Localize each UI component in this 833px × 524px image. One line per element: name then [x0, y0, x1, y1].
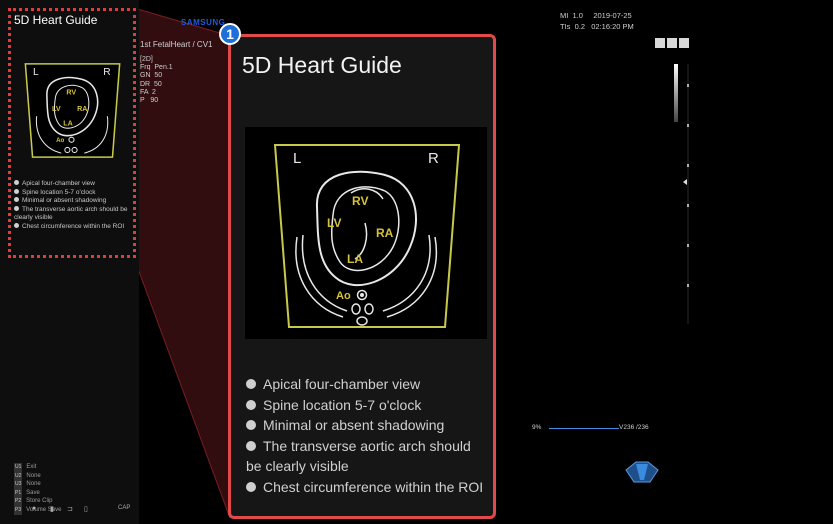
guide-panel-highlight	[8, 8, 136, 258]
guide-side-panel: 5D Heart Guide L R RV LV RA LA Ao Apical…	[0, 0, 139, 524]
mi-tis-datetime: MI 1.0 2019-07-25 TIs 0.2 02:16:20 PM	[560, 11, 634, 31]
heart-guide-diagram: L R RV LV RA LA Ao	[245, 127, 487, 339]
probe-orientation-icon	[625, 461, 659, 483]
checklist-item: Spine location 5-7 o'clock	[246, 395, 486, 416]
imaging-parameters: [2D] Frq Pen.1 GN 50 DR 50 FA 2 P 90	[140, 56, 173, 105]
diagram-right-label: R	[428, 150, 439, 167]
ultrasound-screen: 5D Heart Guide L R RV LV RA LA Ao Apical…	[0, 0, 833, 524]
bullet-icon	[246, 399, 256, 410]
checklist-item: The transverse aortic arch should be cle…	[246, 437, 471, 474]
print-icon	[679, 38, 689, 48]
diagram-la-label: LA	[347, 252, 363, 266]
tgc-line	[549, 428, 619, 429]
callout-title: 5D Heart Guide	[242, 52, 402, 78]
brand-logo: SAMSUNG	[181, 18, 226, 27]
checklist-item: Chest circumference within the ROI	[246, 477, 486, 498]
network-icon: ⊐	[67, 506, 73, 513]
bullet-icon	[246, 420, 256, 430]
record-icon: ●	[32, 505, 37, 512]
diagram-ao-label: Ao	[336, 290, 351, 302]
battery-icon: ▯	[84, 506, 88, 513]
bullet-icon	[246, 379, 256, 389]
storage-icon: ▮	[50, 506, 54, 513]
diagram-left-label: L	[293, 150, 301, 167]
tgc-percent: 9%	[532, 424, 542, 431]
soft-key-exit[interactable]: U1 Exit	[14, 463, 61, 472]
diagram-ra-label: RA	[376, 226, 394, 240]
bullet-icon	[246, 440, 256, 451]
soft-key-none-2[interactable]: U3 None	[14, 480, 61, 489]
callout-number-badge: 1	[219, 23, 241, 45]
frame-counter: V236 /236	[619, 424, 649, 431]
image-icon	[667, 38, 677, 48]
probe-icon	[655, 38, 665, 48]
depth-scale	[683, 64, 689, 324]
grayscale-bar	[674, 64, 678, 122]
probe-preset-label: 1st FetalHeart / CV1	[140, 40, 213, 49]
callout-checklist: Apical four-chamber view Spine location …	[246, 374, 486, 497]
soft-key-save[interactable]: P1 Save	[14, 488, 61, 498]
checklist-item: Apical four-chamber view	[246, 374, 486, 395]
soft-key-none-1[interactable]: U2 None	[14, 471, 61, 481]
status-icon-bar: ● ▮ ⊐ ▯ CAP	[14, 505, 134, 517]
diagram-lv-label: LV	[327, 216, 341, 230]
diagram-rv-label: RV	[352, 194, 368, 208]
caps-lock-indicator: CAP	[118, 505, 131, 511]
bullet-icon	[246, 481, 256, 492]
checklist-item: Minimal or absent shadowing	[246, 415, 486, 436]
top-right-icons	[655, 38, 689, 50]
